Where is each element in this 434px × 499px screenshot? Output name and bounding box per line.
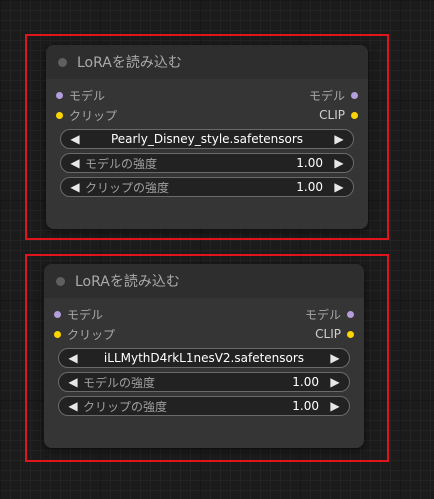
model-slot-dot-icon[interactable] — [56, 91, 63, 99]
lora-name-value: Pearly_Disney_style.safetensors — [110, 132, 304, 146]
input-slot-clip-label: クリップ — [69, 108, 118, 123]
node-status-dot-icon[interactable] — [56, 276, 65, 286]
lora-name-combo[interactable]: ◀ iLLMythD4rkL1nesV2.safetensors ▶ — [58, 348, 350, 368]
strength-clip-label: クリップの強度 — [83, 399, 168, 414]
node-header[interactable]: LoRAを読み込む — [46, 45, 368, 79]
strength-model-value: 1.00 — [296, 156, 323, 170]
output-slot-clip-label: CLIP — [315, 327, 341, 341]
arrow-right-icon[interactable]: ▶ — [331, 156, 347, 170]
strength-model-label: モデルの強度 — [85, 156, 158, 171]
strength-clip-value: 1.00 — [296, 180, 323, 194]
output-slot-clip[interactable]: CLIP — [319, 108, 358, 122]
lora-loader-node-1[interactable]: LoRAを読み込む モデル モデル クリップ CLIP ◀ Pearly_Dis… — [46, 45, 368, 229]
output-slot-model[interactable]: モデル — [305, 306, 354, 323]
arrow-right-icon[interactable]: ▶ — [331, 180, 347, 194]
lora-name-value: iLLMythD4rkL1nesV2.safetensors — [103, 351, 305, 365]
arrow-left-icon[interactable]: ◀ — [65, 375, 81, 389]
arrow-right-icon[interactable]: ▶ — [327, 399, 343, 413]
clip-slot-dot-icon[interactable] — [56, 111, 63, 119]
lora-loader-node-2[interactable]: LoRAを読み込む モデル モデル クリップ CLIP ◀ iLLMythD4r… — [44, 264, 364, 448]
strength-clip-widget[interactable]: ◀ クリップの強度 1.00 ▶ — [60, 177, 354, 197]
output-slot-model-label: モデル — [304, 307, 341, 322]
input-slot-clip[interactable]: クリップ — [54, 326, 115, 343]
strength-clip-value: 1.00 — [292, 399, 319, 413]
node-title: LoRAを読み込む — [77, 55, 182, 71]
clip-slot-dot-icon[interactable] — [347, 330, 354, 338]
arrow-left-icon[interactable]: ◀ — [67, 180, 83, 194]
output-slot-model-label: モデル — [308, 88, 345, 103]
output-slot-clip-label: CLIP — [319, 108, 345, 122]
input-slot-model[interactable]: モデル — [54, 306, 103, 323]
clip-slot-dot-icon[interactable] — [54, 330, 61, 338]
input-slot-clip[interactable]: クリップ — [56, 107, 117, 124]
lora-name-combo[interactable]: ◀ Pearly_Disney_style.safetensors ▶ — [60, 129, 354, 149]
arrow-left-icon[interactable]: ◀ — [67, 132, 83, 146]
output-slot-clip[interactable]: CLIP — [315, 327, 354, 341]
input-slot-model[interactable]: モデル — [56, 87, 105, 104]
clip-slot-dot-icon[interactable] — [351, 111, 358, 119]
strength-model-label: モデルの強度 — [83, 375, 156, 390]
model-slot-dot-icon[interactable] — [347, 310, 354, 318]
arrow-right-icon[interactable]: ▶ — [327, 351, 343, 365]
strength-clip-label: クリップの強度 — [85, 180, 170, 195]
strength-model-widget[interactable]: ◀ モデルの強度 1.00 ▶ — [60, 153, 354, 173]
arrow-left-icon[interactable]: ◀ — [65, 399, 81, 413]
node-status-dot-icon[interactable] — [58, 57, 67, 67]
input-slot-clip-label: クリップ — [67, 327, 116, 342]
output-slot-model[interactable]: モデル — [309, 87, 358, 104]
arrow-left-icon[interactable]: ◀ — [67, 156, 83, 170]
model-slot-dot-icon[interactable] — [351, 91, 358, 99]
node-title: LoRAを読み込む — [75, 274, 180, 290]
input-slot-model-label: モデル — [69, 88, 106, 103]
model-slot-dot-icon[interactable] — [54, 310, 61, 318]
strength-model-value: 1.00 — [292, 375, 319, 389]
node-header[interactable]: LoRAを読み込む — [44, 264, 364, 298]
arrow-right-icon[interactable]: ▶ — [327, 375, 343, 389]
arrow-left-icon[interactable]: ◀ — [65, 351, 81, 365]
arrow-right-icon[interactable]: ▶ — [331, 132, 347, 146]
strength-clip-widget[interactable]: ◀ クリップの強度 1.00 ▶ — [58, 396, 350, 416]
input-slot-model-label: モデル — [67, 307, 104, 322]
strength-model-widget[interactable]: ◀ モデルの強度 1.00 ▶ — [58, 372, 350, 392]
